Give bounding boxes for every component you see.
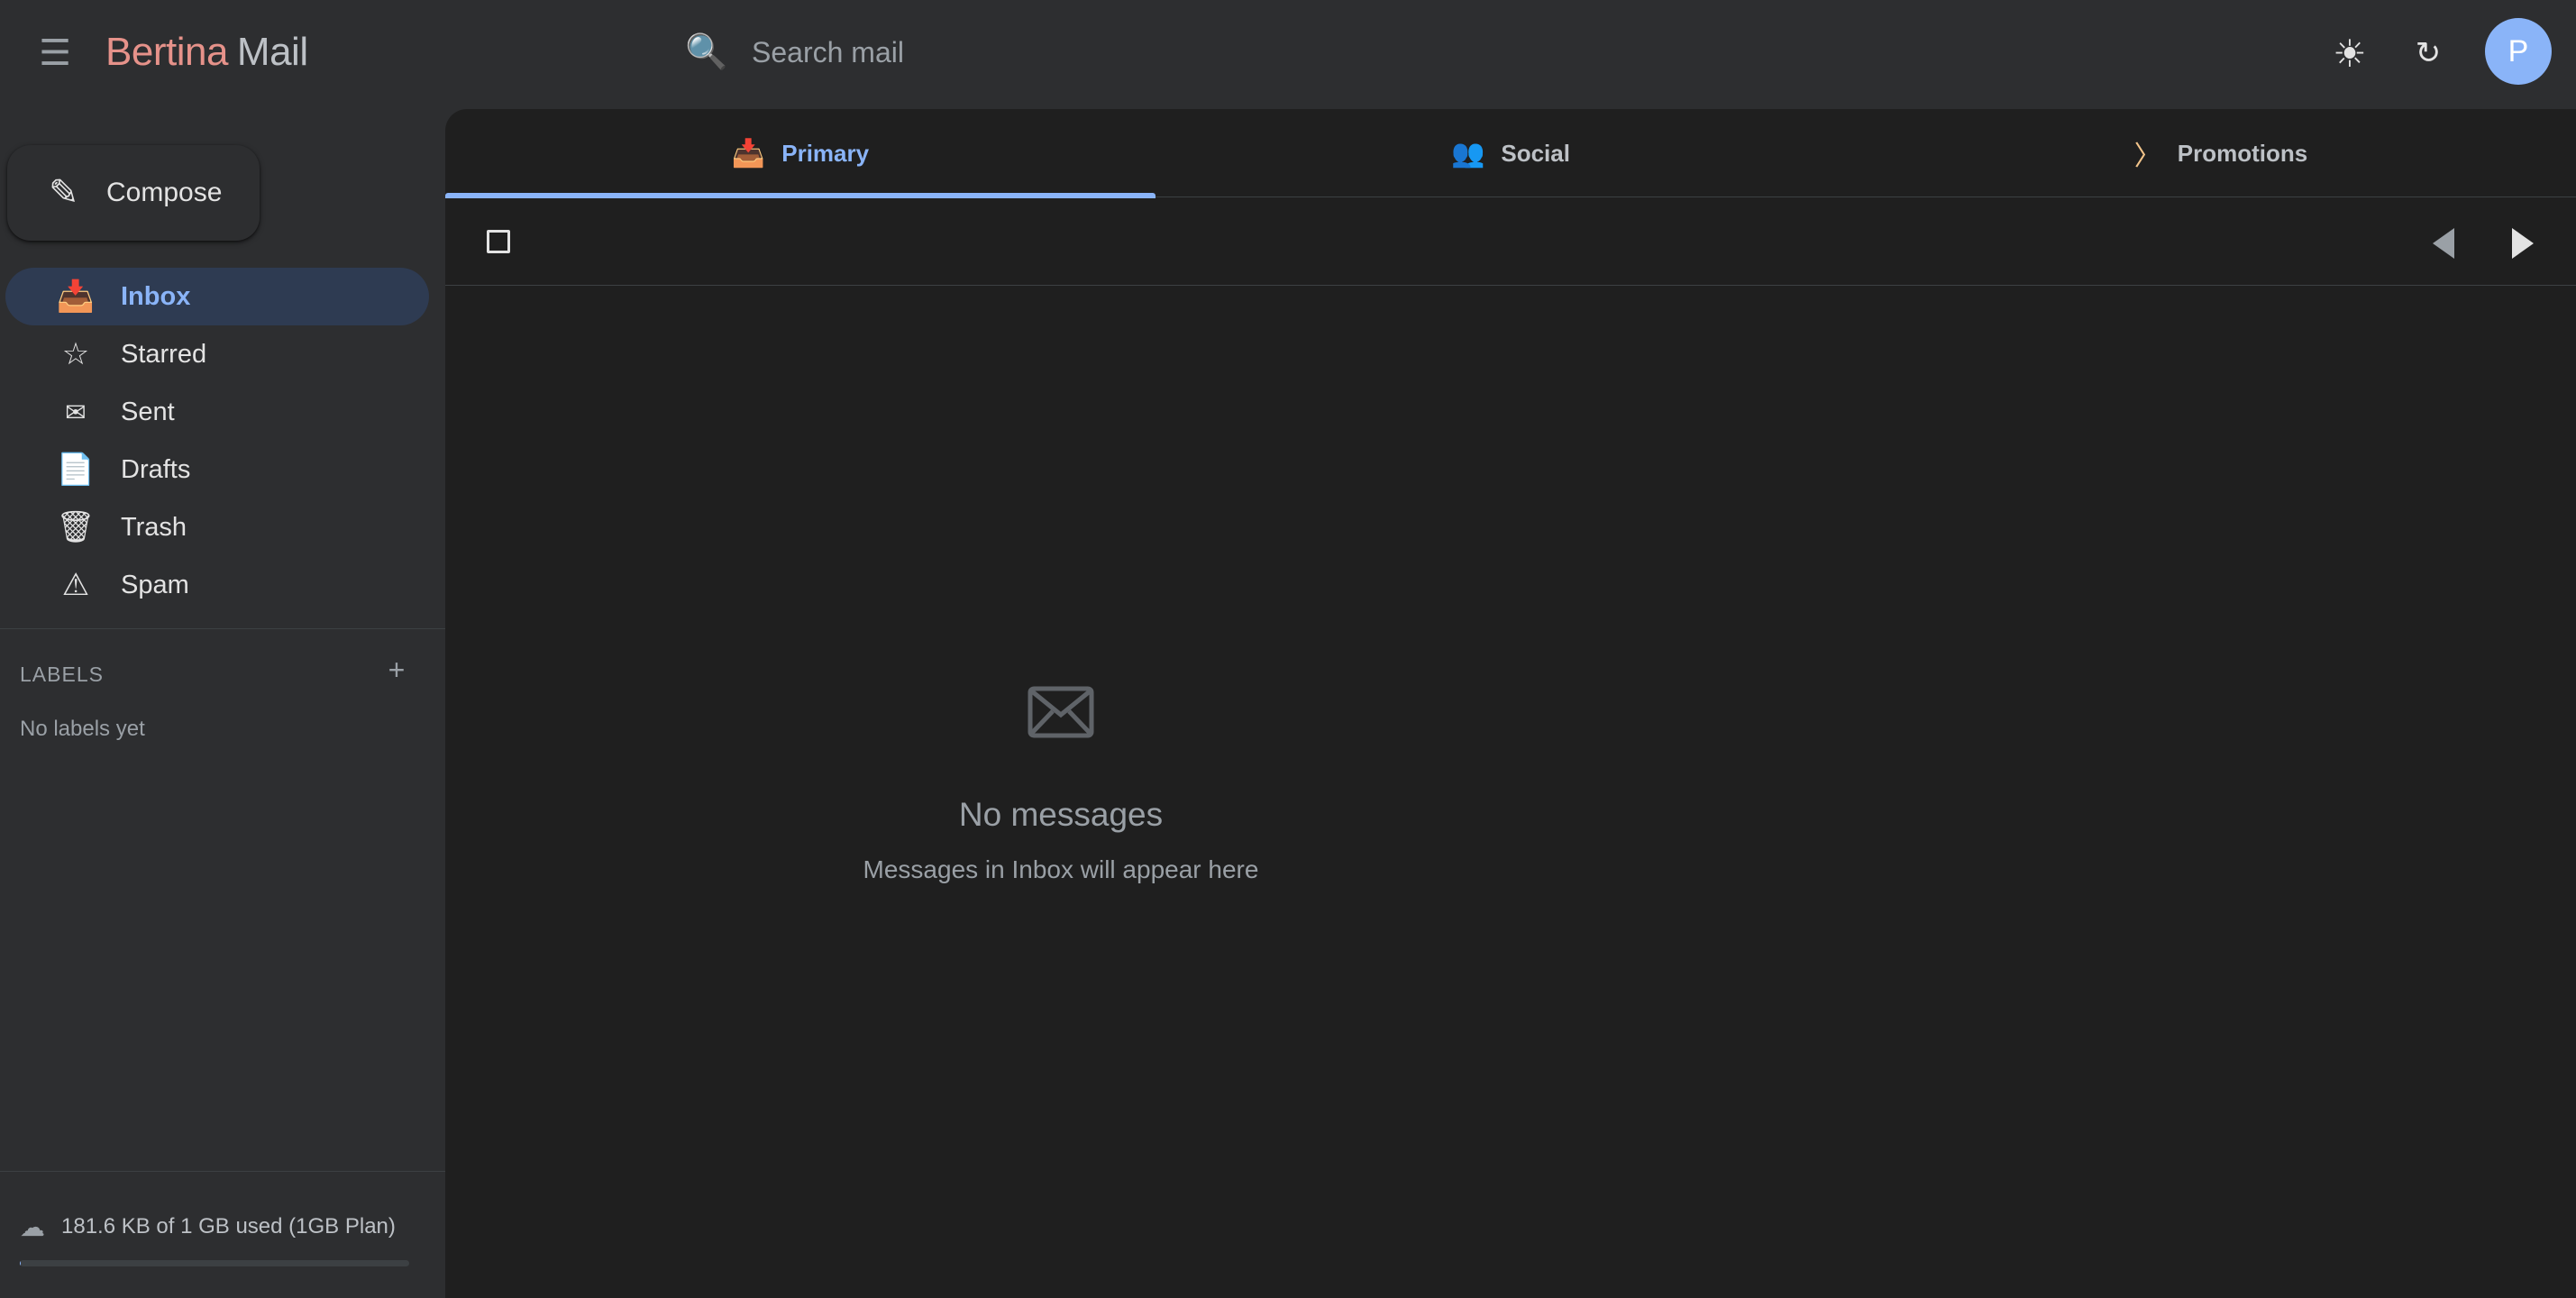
sidebar-nav: 📥 Inbox ☆ Starred ✉ Sent 📄 Drafts 🗑 Tras… [0,268,445,614]
sidebar: ✎ Compose 📥 Inbox ☆ Starred ✉ Sent 📄 Dra… [0,109,445,1298]
sidebar-item-label: Starred [121,339,207,369]
chevron-right-icon [2512,228,2534,259]
tab-label: Primary [781,139,870,167]
list-toolbar [445,197,2576,286]
sidebar-item-label: Spam [121,570,189,599]
storage-progress-bar [20,1260,409,1266]
inbox-tray-icon: 📥 [731,138,766,169]
tab-label: Promotions [2177,139,2308,167]
inbox-icon: 📥 [56,279,96,314]
sidebar-item-sent[interactable]: ✉ Sent [5,383,429,441]
labels-empty-text: No labels yet [20,717,145,741]
compose-button[interactable]: ✎ Compose [7,145,260,241]
envelope-icon: ✉ [65,398,87,426]
warning-icon: ⚠ [61,568,90,602]
sidebar-item-label: Inbox [121,281,191,311]
avatar[interactable]: P [2485,18,2552,85]
cloud-icon: ☁ [20,1212,45,1241]
envelope-icon [1028,686,1094,738]
search-icon[interactable]: 🔍 [685,32,739,72]
tab-label: Social [1501,139,1570,167]
empty-state-title: No messages [958,796,1164,833]
storage-text: 181.6 KB of 1 GB used (1GB Plan) [61,1214,396,1239]
chevron-left-icon [2433,228,2454,259]
document-icon: 📄 [56,452,96,487]
sidebar-item-label: Trash [121,512,187,542]
star-icon: ☆ [61,337,90,371]
message-list-panel: 📥 Primary 👥 Social 〉 Promotions No messa… [445,109,2576,1298]
empty-state-subtitle: Messages in Inbox will appear here [863,855,1259,883]
search-input[interactable] [752,25,1767,79]
sidebar-divider [0,628,445,629]
empty-state: No messages Messages in Inbox will appea… [445,686,1676,884]
tab-social[interactable]: 👥 Social [1156,109,1866,197]
hamburger-menu-icon[interactable]: ☰ [32,27,78,79]
logo-brand: Bertina [105,30,228,74]
compose-label: Compose [106,178,223,207]
wastebasket-icon: 🗑 [56,510,96,544]
category-tabs: 📥 Primary 👥 Social 〉 Promotions [445,109,2576,198]
mail-app: ☰ Bertina Mail 🔍 ☀ ↻ P ✎ Compose 📥 Inbox… [0,0,2576,1298]
pencil-icon: ✎ [49,173,79,213]
search-bar: 🔍 [685,20,1767,85]
sun-icon[interactable]: ☀ [2322,25,2378,81]
sidebar-item-trash[interactable]: 🗑 Trash [5,498,429,556]
sidebar-item-starred[interactable]: ☆ Starred [5,325,429,383]
app-logo[interactable]: Bertina Mail [105,25,308,79]
logo-product: Mail [236,30,308,74]
people-icon: 👥 [1451,138,1485,169]
sidebar-item-spam[interactable]: ⚠ Spam [5,556,429,614]
add-label-button[interactable]: + [379,652,415,688]
sidebar-divider [0,1171,445,1172]
tab-promotions[interactable]: 〉 Promotions [1866,109,2576,197]
sidebar-item-label: Drafts [121,454,191,484]
top-bar: ☰ Bertina Mail 🔍 ☀ ↻ P [0,0,2576,109]
select-all-checkbox[interactable] [487,230,510,253]
tag-icon: 〉 [2133,142,2161,171]
storage-info: ☁ 181.6 KB of 1 GB used (1GB Plan) [20,1211,396,1243]
refresh-icon[interactable]: ↻ [2400,25,2456,81]
labels-heading: LABELS [20,663,104,686]
previous-page-button[interactable] [2419,219,2468,268]
sidebar-item-label: Sent [121,397,175,426]
sidebar-item-drafts[interactable]: 📄 Drafts [5,441,429,498]
sidebar-item-inbox[interactable]: 📥 Inbox [5,268,429,325]
tab-primary[interactable]: 📥 Primary [445,109,1156,198]
next-page-button[interactable] [2498,219,2547,268]
